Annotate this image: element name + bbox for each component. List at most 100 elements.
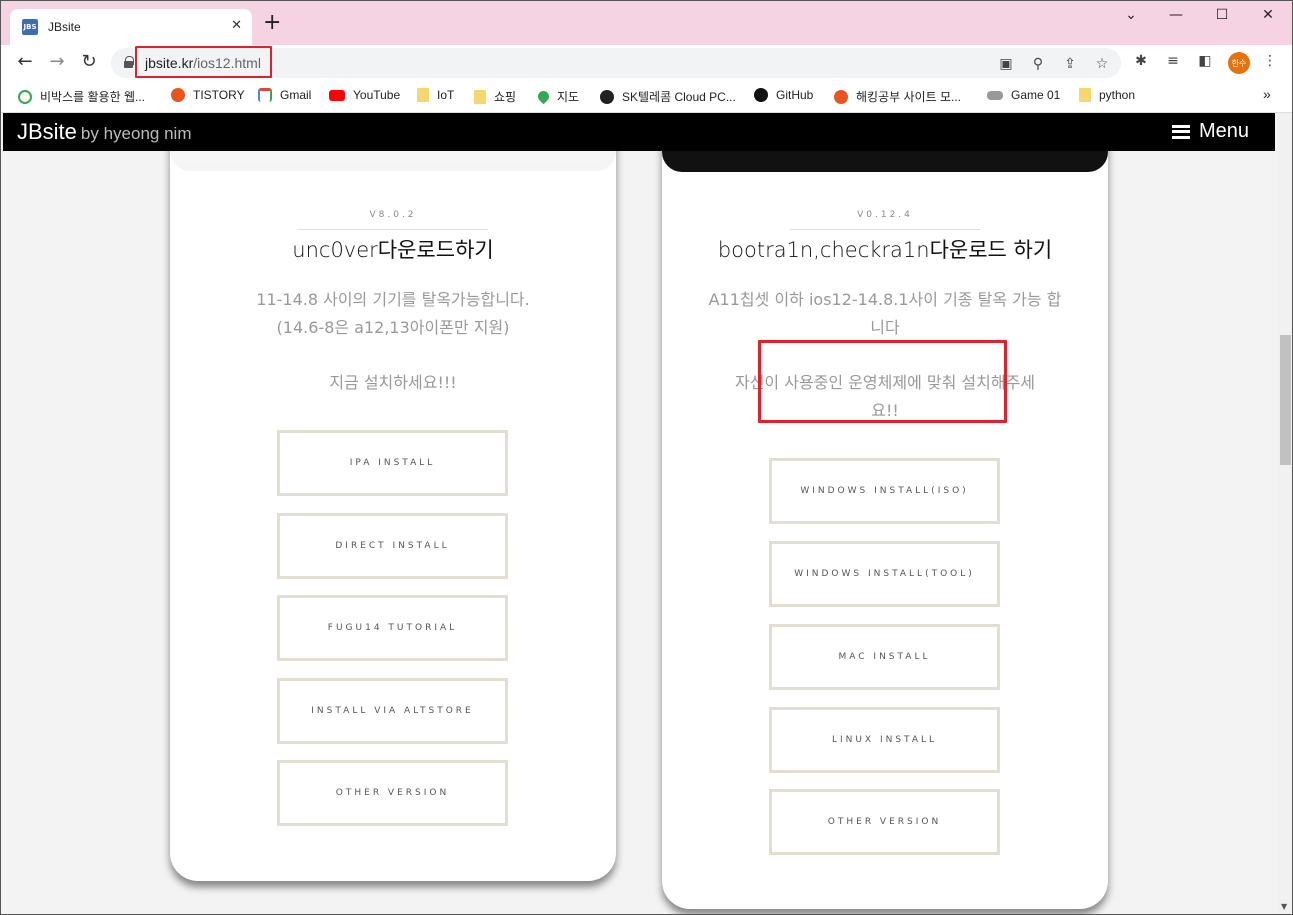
folder-icon	[1079, 88, 1091, 102]
divider	[790, 229, 980, 230]
unc0ver-card: V8.0.2 unc0ver다운로드하기 11-14.8 사이의 기기를 탈옥가…	[170, 113, 616, 881]
scroll-thumb[interactable]	[1280, 335, 1291, 465]
bookmark-item[interactable]: SK텔레콤 Cloud PC...	[600, 88, 736, 105]
more-menu-icon[interactable]: ⋮	[1260, 53, 1280, 69]
direct-install-button[interactable]: DIRECT INSTALL	[277, 513, 508, 579]
bookmarks-bar: 비박스를 활용한 웹... TISTORY Gmail YouTube IoT …	[1, 81, 1292, 113]
bookmark-label: 지도	[557, 90, 580, 104]
menu-label: Menu	[1198, 120, 1249, 142]
bookmark-item[interactable]: 해킹공부 사이트 모...	[834, 88, 961, 105]
description-line: A11칩셋 이하 ios12-14.8.1사이 기종 탈옥 가능 합	[708, 290, 1062, 309]
mac-install-button[interactable]: MAC INSTALL	[769, 624, 1000, 690]
globe-icon	[18, 89, 32, 104]
forward-arrow-icon[interactable]: →	[45, 51, 69, 72]
side-panel-icon[interactable]: ◧	[1195, 53, 1215, 69]
install-via-altstore-button[interactable]: INSTALL VIA ALTSTORE	[277, 678, 508, 744]
menu-button[interactable]: Menu	[1171, 120, 1249, 143]
bookmark-item[interactable]: GitHub	[754, 88, 813, 102]
tab-search-chevron-icon[interactable]: ⌄	[1108, 7, 1154, 23]
web-page: V8.0.2 unc0ver다운로드하기 11-14.8 사이의 기기를 탈옥가…	[1, 113, 1277, 914]
extensions-puzzle-icon[interactable]: ✱	[1131, 53, 1151, 69]
divider	[298, 229, 488, 230]
tistory-icon	[834, 89, 848, 104]
card-title: bootra1n,checkra1n다운로드 하기	[717, 238, 1053, 262]
bookmark-item[interactable]: 지도	[535, 88, 580, 105]
github-icon	[754, 88, 768, 102]
site-logo[interactable]: JBsite by hyeong nim	[17, 119, 192, 145]
reload-icon[interactable]: ↻	[77, 51, 101, 72]
gamepad-icon	[987, 90, 1003, 100]
logo-subtitle: by hyeong nim	[80, 124, 192, 143]
scroll-down-arrow-icon[interactable]: ▼	[1281, 902, 1287, 911]
other-version-button[interactable]: OTHER VERSION	[277, 760, 508, 826]
description-line: (14.6-8은 a12,13아이폰만 지원)	[276, 318, 510, 337]
youtube-icon	[329, 89, 345, 101]
bookmark-item[interactable]: 쇼핑	[474, 88, 516, 105]
tab-title: JBsite	[48, 20, 81, 34]
description-line: 11-14.8 사이의 기기를 탈옥가능합니다.	[256, 290, 530, 309]
bookmark-label: YouTube	[353, 88, 401, 102]
description-line: 니다	[870, 318, 900, 337]
close-window-button[interactable]: ✕	[1245, 7, 1291, 23]
version-label: V0.12.4	[857, 210, 913, 220]
card-title: unc0ver다운로드하기	[292, 238, 494, 262]
maps-icon	[535, 88, 552, 105]
logo-text: JBsite	[17, 119, 77, 144]
bookmark-label: TISTORY	[193, 88, 245, 102]
url-highlight-box	[135, 46, 272, 78]
back-arrow-icon[interactable]: ←	[13, 51, 37, 72]
windows-iso-highlight-box	[758, 340, 1007, 423]
linux-install-button[interactable]: LINUX INSTALL	[769, 707, 1000, 773]
bookmark-item[interactable]: python	[1079, 88, 1135, 102]
bookmark-star-icon[interactable]: ☆	[1092, 56, 1112, 72]
new-tab-button[interactable]: +	[263, 12, 281, 34]
bookmark-label: Game 01	[1011, 88, 1061, 102]
bookmark-item[interactable]: 비박스를 활용한 웹...	[18, 88, 145, 105]
bookmark-item[interactable]: Gmail	[258, 88, 311, 102]
tab-close-icon[interactable]: ✕	[231, 18, 242, 33]
globe-icon	[600, 89, 614, 104]
other-version-button[interactable]: OTHER VERSION	[769, 789, 1000, 855]
bookmark-label: 쇼핑	[494, 90, 517, 104]
version-label: V8.0.2	[369, 210, 417, 220]
gmail-icon	[258, 88, 272, 102]
share-icon[interactable]: ⇪	[1060, 56, 1080, 72]
install-app-icon[interactable]: ▣	[996, 56, 1016, 72]
bookmark-label: 해킹공부 사이트 모...	[856, 90, 961, 104]
lock-icon[interactable]	[124, 56, 134, 68]
tab-strip: JBS JBsite ✕ + ⌄ — ☐ ✕	[1, 1, 1292, 45]
site-header: JBsite by hyeong nim Menu	[3, 113, 1275, 151]
windows-install-iso-button[interactable]: WINDOWS INSTALL(ISO)	[769, 458, 1000, 524]
card-call-to-action: 지금 설치하세요!!!	[329, 373, 457, 392]
page-scrollbar[interactable]: ▼	[1277, 113, 1292, 914]
bookmark-label: Gmail	[280, 88, 312, 102]
media-queue-icon[interactable]: ≡	[1163, 53, 1183, 69]
tab-jbsite[interactable]: JBS JBsite ✕	[10, 9, 252, 45]
browser-window: JBS JBsite ✕ + ⌄ — ☐ ✕ ← → ↻ jbsite.kr/i…	[0, 0, 1293, 915]
bookmark-item[interactable]: Game 01	[987, 88, 1060, 102]
bookmark-label: GitHub	[776, 88, 814, 102]
folder-icon	[417, 88, 429, 102]
card-description: A11칩셋 이하 ios12-14.8.1사이 기종 탈옥 가능 합 니다	[662, 286, 1108, 342]
site-favicon-icon: JBS	[22, 19, 38, 35]
checkra1n-card: V0.12.4 bootra1n,checkra1n다운로드 하기 A11칩셋 …	[662, 113, 1108, 909]
minimize-button[interactable]: —	[1153, 7, 1199, 23]
profile-avatar[interactable]: 한수	[1228, 52, 1250, 74]
windows-install-tool-button[interactable]: WINDOWS INSTALL(TOOL)	[769, 541, 1000, 607]
card-description: 11-14.8 사이의 기기를 탈옥가능합니다. (14.6-8은 a12,13…	[170, 286, 616, 342]
maximize-button[interactable]: ☐	[1199, 7, 1245, 23]
bookmark-item[interactable]: YouTube	[329, 88, 400, 102]
folder-icon	[474, 89, 486, 104]
zoom-icon[interactable]: ⚲	[1028, 56, 1048, 72]
ipa-install-button[interactable]: IPA INSTALL	[277, 430, 508, 496]
bookmark-label: IoT	[437, 88, 455, 102]
bookmark-label: SK텔레콤 Cloud PC...	[622, 90, 736, 104]
bookmark-label: python	[1099, 88, 1136, 102]
hamburger-icon	[1171, 124, 1190, 139]
bookmark-item[interactable]: IoT	[417, 88, 454, 102]
bookmarks-overflow-button[interactable]: »	[1263, 86, 1271, 102]
fugu14-tutorial-button[interactable]: FUGU14 TUTORIAL	[277, 595, 508, 661]
bookmark-item[interactable]: TISTORY	[171, 88, 245, 102]
tistory-icon	[171, 88, 185, 102]
bookmark-label: 비박스를 활용한 웹...	[40, 90, 145, 104]
